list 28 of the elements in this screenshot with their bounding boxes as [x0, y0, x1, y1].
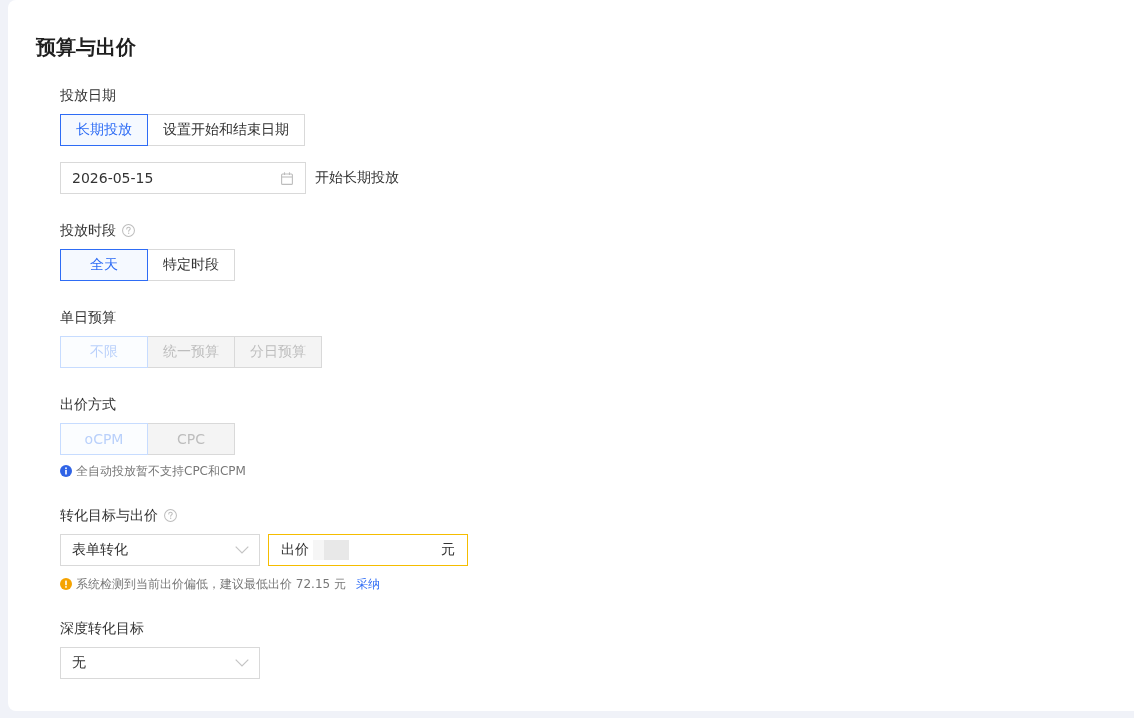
chevron-down-icon: [235, 546, 249, 554]
field-label: 投放时段: [60, 221, 116, 240]
chevron-down-icon: [235, 659, 249, 667]
field-label: 投放日期: [60, 86, 116, 105]
unit-text: 元: [441, 541, 455, 559]
section-title: 预算与出价: [36, 34, 136, 61]
date-field[interactable]: 2026-05-15: [60, 162, 306, 194]
prefix-text: 出价: [281, 541, 309, 559]
segment-option[interactable]: 特定时段: [147, 249, 235, 281]
dropdown-select[interactable]: 无: [60, 647, 260, 679]
field-label: 转化目标与出价: [60, 506, 158, 525]
segment-option[interactable]: 全天: [60, 249, 148, 281]
help-icon[interactable]: [164, 508, 177, 522]
hint-text: 全自动投放暂不支持CPC和CPM: [76, 463, 246, 479]
info-icon: [60, 465, 72, 477]
hint-text: 系统检测到当前出价偏低，建议最低出价 72.15 元: [76, 576, 346, 592]
field-label: 单日预算: [60, 308, 116, 327]
caption-text: 开始长期投放: [315, 169, 399, 187]
accept-link[interactable]: 采纳: [356, 576, 380, 592]
warning-icon: [60, 578, 72, 590]
help-icon[interactable]: [122, 223, 135, 237]
segment-option[interactable]: 设置开始和结束日期: [147, 114, 305, 146]
calendar-icon: [281, 171, 293, 185]
dropdown-select[interactable]: 表单转化: [60, 534, 260, 566]
price-field[interactable]: 出价 元: [268, 534, 468, 566]
field-label: 深度转化目标: [60, 619, 144, 638]
segment-option[interactable]: 长期投放: [60, 114, 148, 146]
field-label: 出价方式: [60, 395, 116, 414]
